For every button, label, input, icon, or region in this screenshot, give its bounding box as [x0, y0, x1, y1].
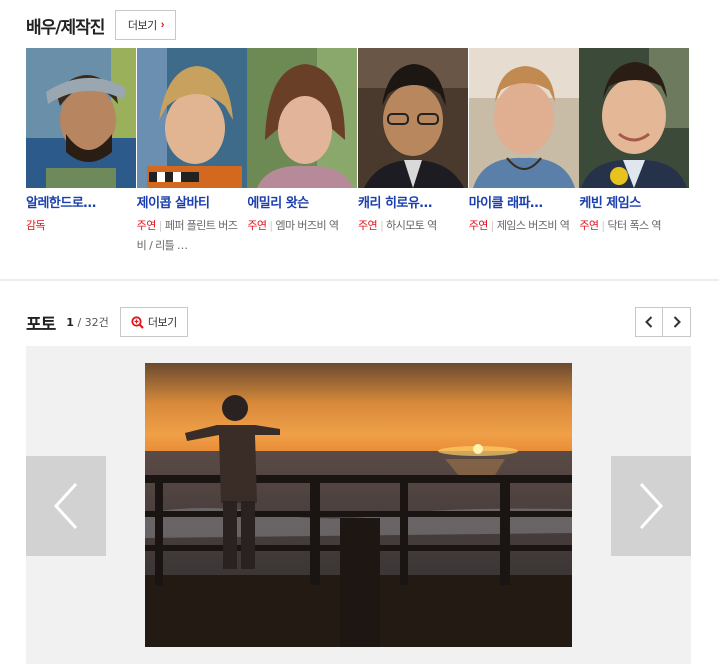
role-tag: 주연	[136, 219, 157, 232]
role-tag: 주연	[247, 219, 267, 232]
section-divider	[0, 279, 719, 281]
role-tag: 주연	[358, 219, 378, 232]
photo-current: 1	[66, 316, 74, 329]
cast-section-title: 배우/제작진	[26, 17, 105, 38]
photo-prev-button[interactable]	[26, 456, 106, 556]
main-photo[interactable]	[145, 363, 572, 647]
photo-next-button[interactable]	[611, 456, 691, 556]
cast-role: 주연 | 하시모토 역	[358, 219, 437, 232]
cast-list: 알레한드로… 감독 제이콥 살바티 주연|페퍼 플린트 버즈비 / 리틀 …	[26, 48, 690, 256]
photo-section-header: 포토 1 / 32건 더보기	[26, 307, 188, 337]
chevron-left-icon	[53, 482, 78, 530]
cast-item[interactable]: 알레한드로… 감독	[26, 48, 137, 256]
cast-name[interactable]: 에밀리 왓슨	[247, 192, 355, 211]
cast-more-button[interactable]: 더보기 ›	[115, 10, 177, 40]
role-tag: 주연	[468, 219, 489, 232]
photo-viewer	[26, 346, 691, 664]
cast-role: 주연 | 엠마 버즈비 역	[247, 219, 340, 232]
cast-item[interactable]: 캐리 히로유… 주연 | 하시모토 역	[358, 48, 469, 256]
cast-photo[interactable]	[136, 48, 247, 188]
chevron-left-icon	[645, 316, 653, 328]
cast-section-header: 배우/제작진 더보기 ›	[26, 10, 177, 40]
role-tag: 감독	[26, 219, 46, 232]
cast-character: 닥터 폭스 역	[607, 219, 662, 232]
cast-character: 엠마 버즈비 역	[275, 219, 340, 232]
cast-photo[interactable]	[26, 48, 136, 188]
cast-item[interactable]: 마이클 래파… 주연 | 제임스 버즈비 역	[468, 48, 580, 256]
chevron-right-icon	[673, 316, 681, 328]
cast-character: 하시모토 역	[386, 219, 437, 232]
cast-name[interactable]: 마이클 래파…	[469, 192, 577, 211]
cast-name[interactable]: 케빈 제임스	[579, 192, 687, 211]
cast-photo[interactable]	[579, 48, 690, 188]
photo-total: / 32건	[77, 316, 109, 329]
photo-count: 1 / 32건	[66, 314, 108, 330]
photo-section-title: 포토	[26, 314, 56, 335]
cast-item[interactable]: 케빈 제임스 주연 | 닥터 폭스 역	[579, 48, 690, 256]
cast-item[interactable]: 에밀리 왓슨 주연 | 엠마 버즈비 역	[247, 48, 358, 256]
next-button[interactable]	[663, 307, 691, 337]
cast-name[interactable]: 제이콥 살바티	[137, 192, 245, 211]
role-tag: 주연	[579, 219, 599, 232]
photo-nav	[635, 307, 691, 337]
zoom-icon	[131, 315, 144, 329]
cast-character: 제임스 버즈비 역	[496, 219, 570, 232]
cast-item[interactable]: 제이콥 살바티 주연 | 페퍼 플린트 버즈비 / 리틀 …	[136, 48, 248, 256]
prev-button[interactable]	[635, 307, 663, 337]
cast-role: 주연 | 페퍼 플린트 버즈비 / 리틀 …	[136, 219, 238, 252]
chevron-right-icon	[639, 482, 664, 530]
photo-more-label: 더보기	[147, 317, 177, 329]
chevron-right-icon: ›	[160, 19, 165, 31]
photo-more-button[interactable]: 더보기	[119, 307, 188, 337]
cast-photo[interactable]	[468, 48, 579, 188]
cast-photo[interactable]	[358, 48, 469, 188]
cast-more-label: 더보기	[127, 20, 157, 32]
cast-role: 감독	[26, 216, 134, 236]
cast-name[interactable]: 알레한드로…	[26, 192, 134, 211]
cast-role: 주연 | 닥터 폭스 역	[579, 219, 662, 232]
cast-photo[interactable]	[247, 48, 358, 188]
cast-name[interactable]: 캐리 히로유…	[358, 192, 466, 211]
cast-role: 주연 | 제임스 버즈비 역	[468, 219, 570, 232]
